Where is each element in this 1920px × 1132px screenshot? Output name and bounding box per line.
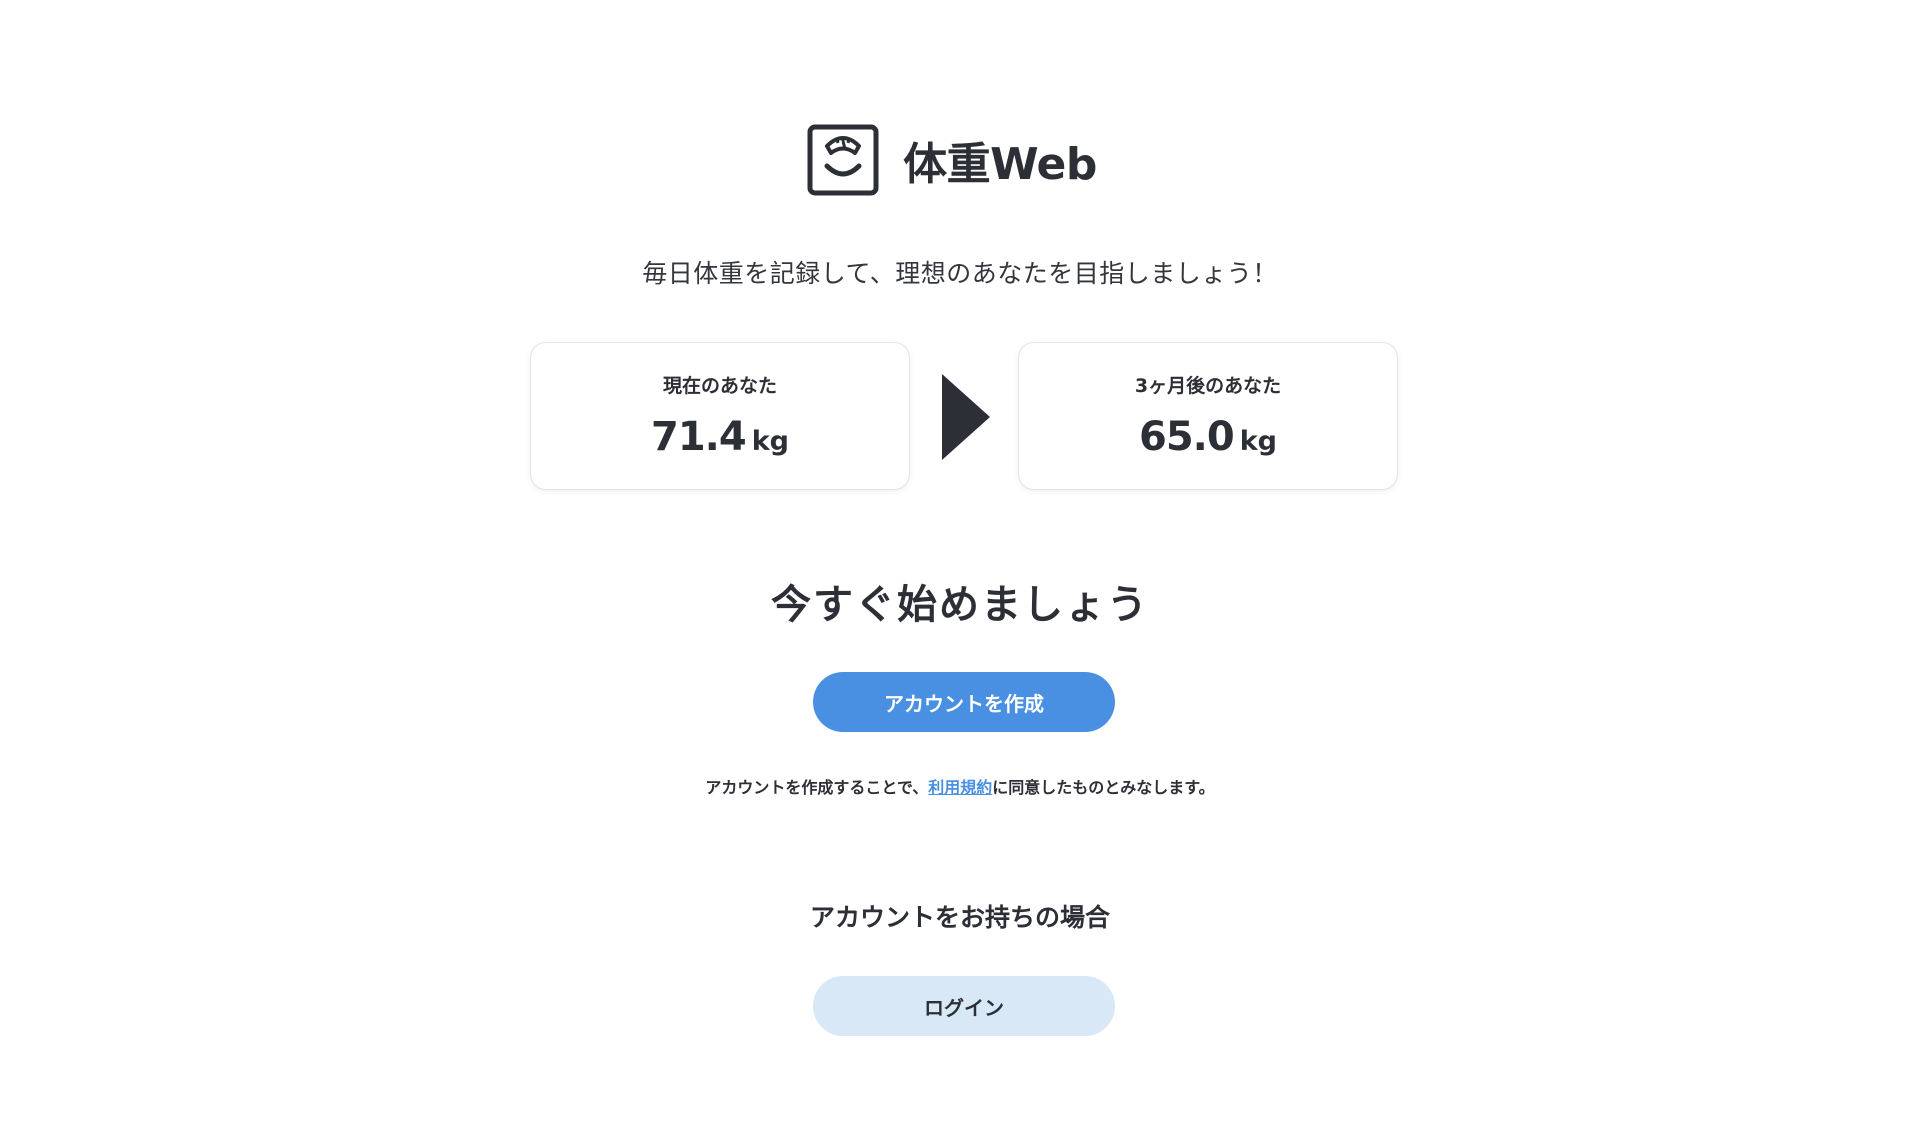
future-weight-label: 3ヶ月後のあなた bbox=[1134, 375, 1282, 397]
tagline: 毎日体重を記録して、理想のあなたを目指しましょう！ bbox=[642, 259, 1278, 288]
terms-notice: アカウントを作成することで、利用規約に同意したものとみなします。 bbox=[0, 774, 1920, 798]
login-heading: アカウントをお持ちの場合 bbox=[809, 903, 1110, 932]
current-weight-unit: kg bbox=[751, 426, 789, 457]
create-account-button[interactable]: アカウントを作成 bbox=[813, 672, 1115, 732]
brand-name: 体重Web bbox=[903, 139, 1097, 190]
future-weight-value: 65.0 kg bbox=[1019, 414, 1397, 460]
terms-link[interactable]: 利用規約 bbox=[928, 778, 992, 797]
landing-page: 体重Web 毎日体重を記録して、理想のあなたを目指しましょう！ 現在のあなた 7… bbox=[0, 0, 1920, 1132]
current-weight-value: 71.4 kg bbox=[531, 414, 909, 460]
scale-icon bbox=[807, 124, 879, 196]
future-weight-unit: kg bbox=[1239, 426, 1277, 457]
cta-heading: 今すぐ始めましょう bbox=[771, 582, 1149, 628]
weight-comparison: 現在のあなた 71.4 kg 3ヶ月後のあなた 65.0 kg bbox=[0, 342, 1920, 492]
current-weight-number: 71.4 bbox=[651, 414, 747, 460]
future-weight-card: 3ヶ月後のあなた 65.0 kg bbox=[1018, 342, 1398, 490]
terms-prefix: アカウントを作成することで、 bbox=[705, 778, 929, 797]
current-weight-card: 現在のあなた 71.4 kg bbox=[530, 342, 910, 490]
brand-header: 体重Web bbox=[0, 124, 1920, 196]
future-weight-number: 65.0 bbox=[1139, 414, 1235, 460]
triangle-right-icon bbox=[942, 374, 990, 460]
login-button[interactable]: ログイン bbox=[813, 976, 1115, 1036]
terms-suffix: に同意したものとみなします。 bbox=[992, 778, 1215, 797]
current-weight-label: 現在のあなた bbox=[662, 375, 777, 397]
